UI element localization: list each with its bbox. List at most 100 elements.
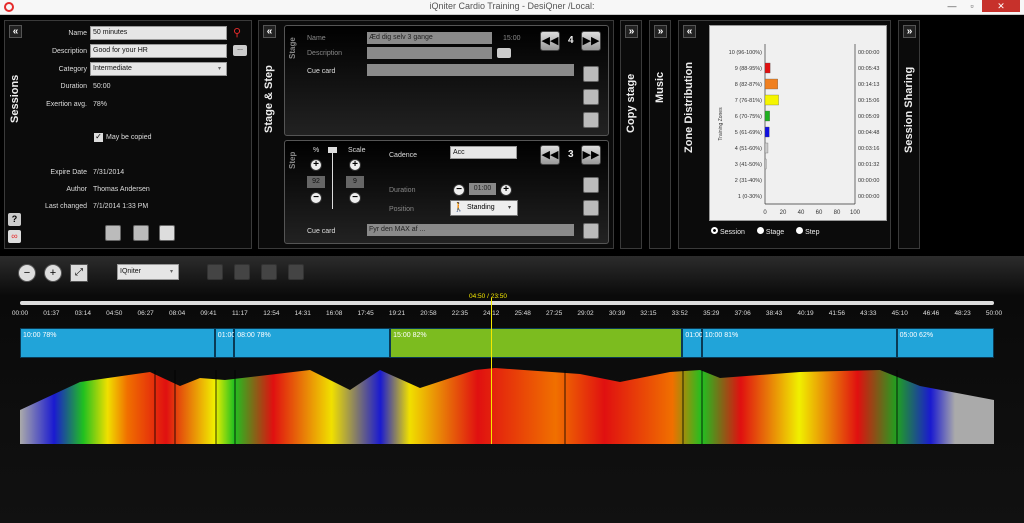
radio-step-label: Step	[805, 229, 820, 236]
stage-cue-input[interactable]	[367, 64, 574, 76]
stage-next-button[interactable]: ▶▶	[581, 31, 601, 51]
stage-copy-icon[interactable]	[583, 89, 599, 105]
timeline-tool-2-icon[interactable]	[234, 264, 250, 280]
collapse-stage-button[interactable]: «	[263, 25, 276, 38]
time-tick-label: 30:39	[608, 310, 626, 317]
percent-increase-button[interactable]: +	[310, 159, 322, 171]
save-icon[interactable]	[105, 225, 121, 241]
expand-music-button[interactable]: »	[654, 25, 667, 38]
playback-scrubber[interactable]	[20, 301, 994, 305]
expand-copy-stage-button[interactable]: »	[625, 25, 638, 38]
percent-slider-track[interactable]	[332, 149, 333, 209]
percent-slider-thumb[interactable]	[328, 147, 337, 153]
stage-step-title: Stage & Step	[263, 65, 275, 133]
stage-band-label: 10:00 78%	[23, 332, 57, 339]
zone-row-time: 00:03:16	[858, 146, 879, 152]
radio-session[interactable]: Session	[711, 227, 745, 236]
name-label: Name	[68, 30, 87, 37]
duration-step-value: 01:00	[469, 183, 496, 195]
timeline-tool-1-icon[interactable]	[207, 264, 223, 280]
zone-bar	[764, 94, 779, 106]
stage-delete-icon[interactable]	[583, 112, 599, 128]
may-be-copied-checkbox[interactable]: ✓	[94, 133, 103, 142]
stage-description-more-button[interactable]	[497, 48, 511, 58]
expire-value: 7/31/2014	[93, 169, 125, 176]
stage-subpanel: Stage Name Æd dig selv 3 gange 15:00 Des…	[284, 25, 609, 136]
collapse-sessions-button[interactable]: «	[9, 25, 22, 38]
time-tick-label: 00:00	[11, 310, 29, 317]
step-add-icon[interactable]	[583, 177, 599, 193]
stage-band[interactable]: 01:00	[214, 328, 235, 358]
may-be-copied-label: May be copied	[106, 134, 152, 141]
time-tick-label: 37:06	[734, 310, 751, 317]
stage-add-icon[interactable]	[583, 66, 599, 82]
position-value: Standing	[467, 204, 495, 211]
maximize-button[interactable]: ▫	[962, 0, 982, 12]
zone-row-label: 5 (61-69%)	[735, 130, 762, 136]
duration-decrease-button[interactable]: −	[453, 184, 465, 196]
category-select[interactable]: Intermediate	[90, 62, 227, 76]
stage-prev-button[interactable]: ◀◀	[540, 31, 560, 51]
zone-row-label: 1 (0-30%)	[738, 194, 762, 200]
time-tick-label: 06:27	[137, 310, 154, 317]
stage-band-label: 05:00 62%	[899, 332, 934, 339]
step-next-button[interactable]: ▶▶	[581, 145, 601, 165]
zone-row-time: 00:01:32	[858, 162, 879, 168]
export-icon[interactable]	[133, 225, 149, 241]
time-tick-label: 11:17	[232, 310, 248, 317]
percent-decrease-button[interactable]: −	[310, 192, 322, 204]
sessions-panel: « Sessions Name 50 minutes ⚲ Description…	[4, 20, 252, 249]
stage-band[interactable]: 10:00 78%	[20, 328, 215, 358]
zone-distribution-panel: « Zone Distribution 10 (96-100%) 00:00:00…	[678, 20, 891, 249]
stage-band[interactable]: 01:00	[682, 328, 703, 358]
scale-increase-button[interactable]: +	[349, 159, 361, 171]
collapse-zone-button[interactable]: «	[683, 25, 696, 38]
zone-row-time: 00:05:43	[858, 66, 879, 72]
stage-time-value: 15:00	[503, 35, 521, 42]
zoom-fit-icon[interactable]: ⤢	[70, 264, 88, 282]
intensity-profile-svg	[20, 368, 994, 444]
time-tick-label: 40:19	[797, 310, 814, 317]
zoom-in-icon[interactable]: +	[44, 264, 62, 282]
print-icon[interactable]	[159, 225, 175, 241]
stage-count: 4	[568, 35, 574, 46]
zoom-out-icon[interactable]: −	[18, 264, 36, 282]
cadence-select[interactable]: Acc	[450, 146, 517, 159]
radio-stage[interactable]: Stage	[756, 227, 784, 236]
link-icon[interactable]: ⚲	[233, 26, 241, 39]
logo-icon[interactable]: ∞	[8, 230, 21, 243]
position-select[interactable]: 🚶 Standing ▾	[450, 200, 518, 216]
time-tick-label: 12:54	[263, 310, 280, 317]
name-input[interactable]: 50 minutes	[90, 26, 227, 40]
zone-x-tick: 20	[780, 210, 787, 216]
expand-session-sharing-button[interactable]: »	[903, 25, 916, 38]
time-tick-label: 17:45	[357, 310, 374, 317]
zone-row-time: 00:00:00	[858, 178, 879, 184]
timeline-tool-3-icon[interactable]	[261, 264, 277, 280]
help-icon[interactable]: ?	[8, 213, 21, 226]
scale-decrease-button[interactable]: −	[349, 192, 361, 204]
zone-x-tick: 80	[834, 210, 841, 216]
step-prev-button[interactable]: ◀◀	[540, 145, 560, 165]
step-delete-icon[interactable]	[583, 223, 599, 239]
stage-band[interactable]: 10:00 81%	[701, 328, 897, 358]
description-input[interactable]: Good for your HR	[90, 44, 227, 58]
minimize-button[interactable]: —	[942, 0, 962, 12]
playback-cursor[interactable]	[491, 298, 493, 444]
stage-band[interactable]: 05:00 62%	[896, 328, 994, 358]
radio-step[interactable]: Step	[796, 227, 819, 236]
timeline-tool-4-icon[interactable]	[288, 264, 304, 280]
description-more-button[interactable]: ...	[233, 45, 247, 56]
close-button[interactable]: ✕	[982, 0, 1020, 12]
stage-band[interactable]: 15:00 82%	[390, 328, 683, 358]
copy-stage-title: Copy stage	[625, 73, 637, 133]
stage-description-input[interactable]	[367, 47, 492, 59]
zone-row-time: 00:00:00	[858, 50, 879, 56]
stage-band[interactable]: 08:00 78%	[234, 328, 391, 358]
time-tick-label: 04:50	[106, 310, 123, 317]
duration-increase-button[interactable]: +	[500, 184, 512, 196]
step-copy-icon[interactable]	[583, 200, 599, 216]
step-cue-input[interactable]: Fyr den MAX af ...	[367, 224, 574, 236]
zone-row-label: 7 (76-81%)	[735, 98, 762, 104]
stage-name-input[interactable]: Æd dig selv 3 gange	[367, 32, 492, 44]
